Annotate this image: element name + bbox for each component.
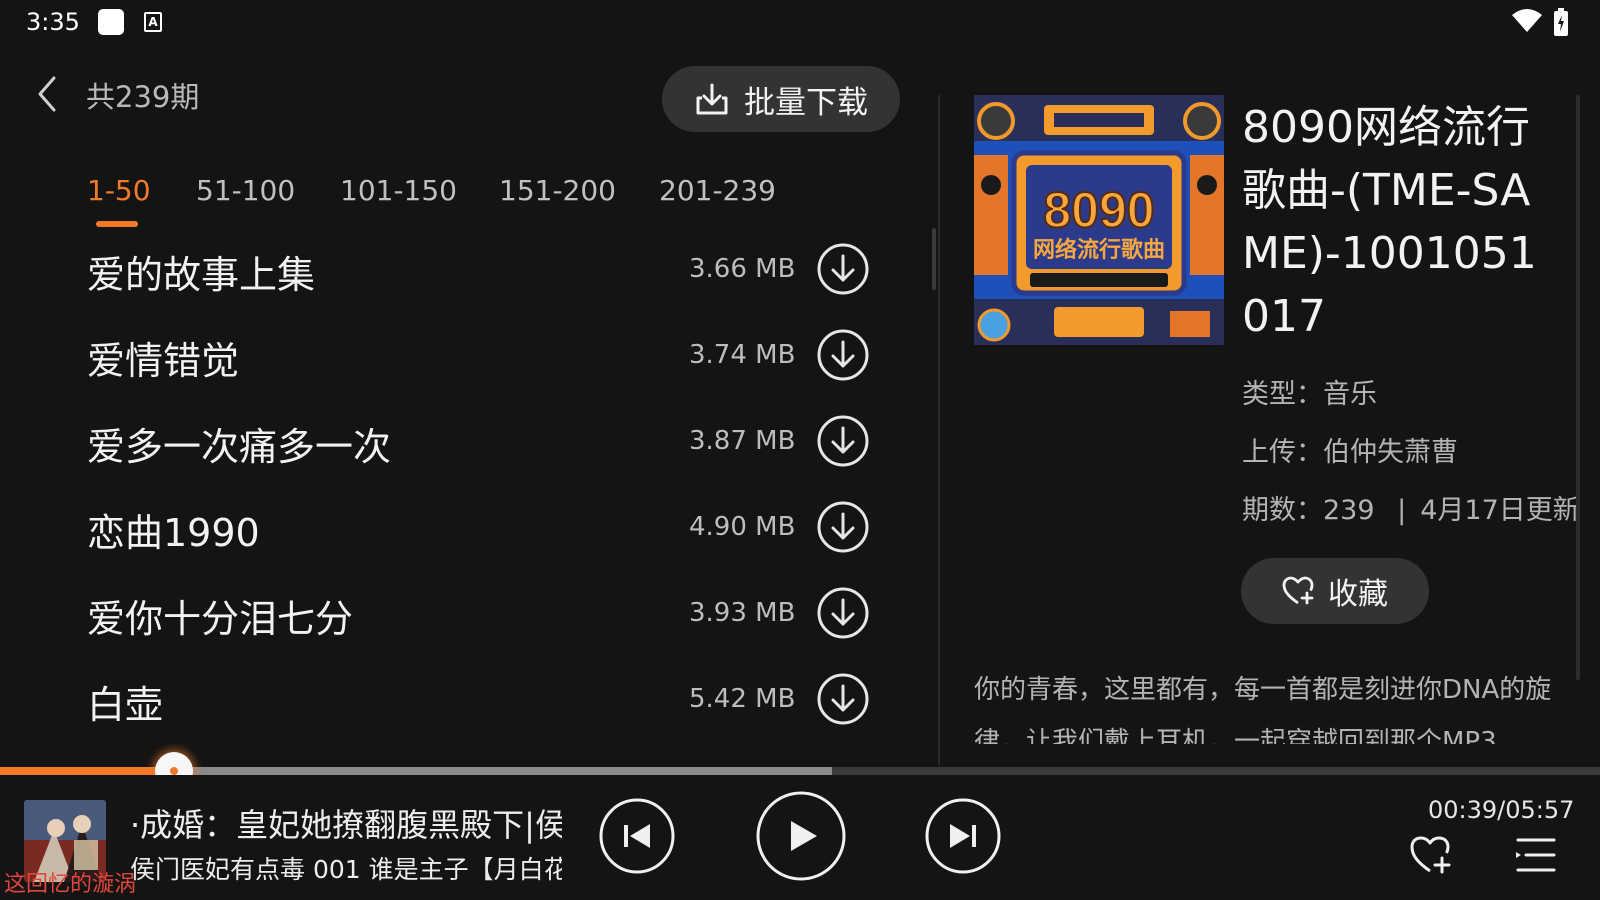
wifi-icon [1512, 9, 1542, 32]
episode-title: 白壶 [87, 683, 164, 727]
episode-size: 3.87 MB [689, 426, 796, 456]
episode-title: 爱情错觉 [87, 339, 240, 383]
tab-201-239[interactable]: 201-239 [659, 174, 776, 207]
cover-text-big: 8090 [1043, 182, 1154, 238]
active-tab-indicator [96, 221, 138, 227]
progress-fill [0, 767, 175, 775]
episode-size: 5.42 MB [689, 684, 796, 714]
episode-size: 3.93 MB [689, 598, 796, 628]
back-button[interactable] [34, 72, 64, 116]
episode-size: 3.74 MB [689, 340, 796, 370]
album-uploader: 上传：伯仲失萧曹 [1242, 430, 1458, 469]
uploader-label: 上传： [1242, 437, 1323, 468]
download-icon[interactable] [816, 586, 870, 640]
episode-title: 爱你十分泪七分 [87, 597, 354, 641]
uploader-value: 伯仲失萧曹 [1323, 437, 1458, 468]
list-item[interactable]: 爱情错觉 3.74 MB [0, 314, 900, 400]
batch-download-button[interactable]: 批量下载 [662, 66, 900, 132]
album-issues: 期数：239 | 4月17日更新 [1242, 488, 1580, 527]
panel-divider [938, 95, 940, 765]
previous-button[interactable] [598, 797, 676, 875]
download-icon[interactable] [816, 328, 870, 382]
list-item[interactable]: 爱多一次痛多一次 3.87 MB [0, 400, 900, 486]
tab-151-200[interactable]: 151-200 [499, 174, 616, 207]
download-tray-icon [696, 83, 728, 115]
download-icon[interactable] [816, 672, 870, 726]
next-button[interactable] [924, 797, 1002, 875]
playback-time: 00:39/05:57 [1428, 796, 1575, 824]
download-icon[interactable] [816, 242, 870, 296]
play-button[interactable] [755, 790, 847, 882]
now-playing-title: ·成婚：皇妃她撩翻腹黑殿下|侯 [130, 806, 562, 844]
list-item[interactable]: 恋曲1990 4.90 MB [0, 486, 900, 572]
list-scrollbar[interactable] [932, 228, 936, 290]
episode-title: 爱多一次痛多一次 [87, 425, 392, 469]
now-playing-episode: 侯门医妃有点毒 001 谁是主子【月白花 [130, 855, 562, 884]
batch-download-label: 批量下载 [744, 84, 868, 121]
episode-title: 爱的故事上集 [87, 253, 316, 297]
download-icon[interactable] [816, 414, 870, 468]
album-type: 类型：音乐 [1242, 372, 1377, 411]
album-cover: 8090 网络流行歌曲 [974, 95, 1224, 345]
list-item[interactable]: 爱你十分泪七分 3.93 MB [0, 572, 900, 658]
cover-text-small: 网络流行歌曲 [1033, 237, 1165, 263]
heart-plus-icon[interactable] [1408, 834, 1452, 876]
tab-101-150[interactable]: 101-150 [340, 174, 457, 207]
issues-label: 期数： [1242, 495, 1323, 526]
episode-count: 共239期 [86, 80, 200, 114]
favorite-label: 收藏 [1328, 577, 1388, 612]
meta-separator: | [1397, 495, 1407, 526]
status-time: 3:35 [26, 8, 80, 36]
list-item[interactable]: 爱的故事上集 3.66 MB [0, 228, 900, 314]
tab-1-50[interactable]: 1-50 [87, 174, 151, 207]
watermark-text: 这回忆的漩涡 [4, 872, 137, 897]
album-title: 8090网络流行歌曲-(TME-SAME)-1001051017 [1242, 102, 1537, 342]
notification-a-icon: A [144, 12, 162, 32]
episode-size: 3.66 MB [689, 254, 796, 284]
album-description: 你的青春，这里都有，每一首都是刻进你DNA的旋律，让我们戴上耳机，一起穿越回到那… [974, 675, 1552, 744]
favorite-button[interactable]: 收藏 [1241, 558, 1429, 624]
type-label: 类型： [1242, 379, 1323, 410]
notification-square-icon [98, 9, 124, 35]
episode-title: 恋曲1990 [87, 511, 260, 555]
playlist-icon[interactable] [1514, 836, 1558, 874]
type-value: 音乐 [1323, 379, 1377, 410]
episode-size: 4.90 MB [689, 512, 796, 542]
info-scrollbar[interactable] [1576, 95, 1580, 680]
updated-date: 4月17日更新 [1420, 495, 1580, 526]
tab-51-100[interactable]: 51-100 [196, 174, 295, 207]
heart-plus-icon [1282, 576, 1314, 605]
battery-icon [1554, 8, 1568, 36]
list-item[interactable]: 白壶 5.42 MB [0, 658, 900, 744]
download-icon[interactable] [816, 500, 870, 554]
issues-value: 239 [1323, 495, 1375, 526]
